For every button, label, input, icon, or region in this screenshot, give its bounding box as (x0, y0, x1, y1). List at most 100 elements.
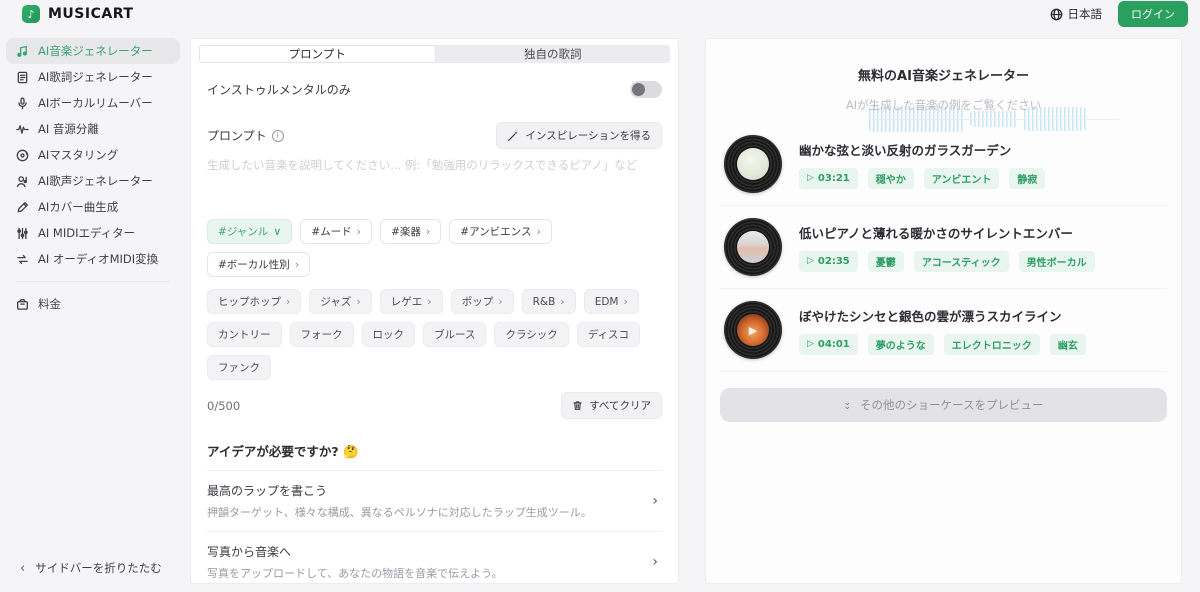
sidebar-item-ai-stem-splitter[interactable]: AI 音源分離 (6, 116, 180, 142)
preview-more-label: その他のショーケースをプレビュー (860, 397, 1043, 413)
brand-logo[interactable]: ♪ MUSICART (22, 5, 133, 23)
tab-custom-lyrics[interactable]: 独自の歌詞 (436, 45, 671, 63)
toggle-knob (632, 83, 645, 96)
tab-prompt[interactable]: プロンプト (199, 45, 436, 63)
duration-badge[interactable]: ▷03:21 (799, 168, 858, 189)
idea-item-rap-generator[interactable]: 最高のラップを書こう 押韻ターゲット、様々な構成、異なるペルソナに対応したラップ… (207, 471, 662, 532)
play-icon: ▷ (807, 339, 814, 349)
get-inspiration-button[interactable]: インスピレーションを得る (496, 122, 662, 149)
chip-label: #ジャンル (218, 224, 268, 239)
duration-badge[interactable]: ▷ 04:01 (799, 334, 858, 355)
cover-song-icon (16, 201, 29, 214)
instrumental-toggle[interactable] (630, 81, 662, 98)
sidebar-item-ai-cover-song[interactable]: AIカバー曲生成 (6, 194, 180, 220)
category-chip-genre[interactable]: #ジャンル∨ (207, 219, 292, 244)
genre-chip-funk[interactable]: ファンク (207, 355, 271, 380)
vinyl-record-art[interactable] (724, 135, 782, 193)
sidebar-item-pricing[interactable]: 料金 (6, 291, 180, 317)
genre-chip-disco[interactable]: ディスコ (577, 322, 640, 347)
char-counter: 0/500 (207, 399, 240, 413)
category-chip-vocal-gender[interactable]: #ボーカル性別 › (207, 252, 310, 277)
language-selector[interactable]: 日本語 (1050, 6, 1103, 22)
chevron-right-icon: › (560, 296, 564, 307)
sidebar-item-label: AIカバー曲生成 (38, 199, 118, 215)
genre-chip-edm[interactable]: EDM› (584, 289, 639, 314)
chip-label: #アンビエンス (460, 224, 531, 239)
sidebar-item-ai-audio-to-midi[interactable]: AI オーディオMIDI変換 (6, 246, 180, 272)
genre-chip-jazz[interactable]: ジャズ› (309, 289, 371, 314)
genre-chip-reggae[interactable]: レゲエ› (380, 289, 443, 314)
chevron-right-icon: › (427, 296, 431, 307)
genre-chip-country[interactable]: カントリー (207, 322, 282, 347)
track-tag: 穏やか (868, 168, 914, 189)
chip-label: ロック (373, 327, 405, 342)
info-icon[interactable]: i (272, 130, 284, 142)
chip-label: #ボーカル性別 (218, 257, 290, 272)
sidebar-item-ai-mastering[interactable]: AIマスタリング (6, 142, 180, 168)
chip-label: クラシック (505, 327, 557, 342)
music-note-icon (16, 45, 29, 58)
genre-chip-folk[interactable]: フォーク (290, 322, 354, 347)
genre-chip-rock[interactable]: ロック (362, 322, 416, 347)
sidebar-item-ai-voice-generator[interactable]: AI歌声ジェネレーター (6, 168, 180, 194)
vinyl-record-art[interactable] (724, 218, 782, 276)
track-row-3[interactable]: ▶ ぼやけたシンセと銀色の雲が漂うスカイライン ▷04:01 夢のような エレク… (720, 289, 1167, 372)
sidebar-item-ai-vocal-remover[interactable]: AIボーカルリムーバー (6, 90, 180, 116)
lyrics-icon (16, 71, 29, 84)
chevron-right-icon: › (623, 296, 627, 307)
chevron-right-icon: › (295, 259, 299, 270)
play-icon: ▶ (749, 324, 757, 337)
vinyl-record-art[interactable]: ▶ (724, 301, 782, 359)
preview-more-wrap: ⌄⌄ その他のショーケースをプレビュー (706, 372, 1181, 422)
clear-all-label: すべてクリア (589, 398, 651, 413)
genre-chip-classical[interactable]: クラシック (494, 322, 568, 347)
idea-title: 最高のラップを書こう (207, 482, 648, 499)
sidebar-item-label: AIマスタリング (38, 147, 118, 163)
sidebar-item-label: AIボーカルリムーバー (38, 95, 153, 111)
chip-label: フォーク (301, 327, 343, 342)
get-inspiration-label: インスピレーションを得る (525, 128, 651, 143)
genre-chip-rnb[interactable]: R&B › (522, 289, 576, 314)
chip-label: ヒップホップ (218, 294, 281, 309)
album-art (737, 148, 769, 180)
track-title: 幽かな弦と淡い反射のガラスガーデン (799, 140, 1163, 159)
showcase-title: 無料のAI音楽ジェネレーター (706, 65, 1181, 84)
sidebar-item-ai-midi-editor[interactable]: AI MIDIエディター (6, 220, 180, 246)
clear-all-button[interactable]: すべてクリア (561, 392, 662, 419)
sidebar-item-label: AI歌詞ジェネレーター (38, 69, 153, 85)
idea-item-photo-to-music[interactable]: 写真から音楽へ 写真をアップロードして、あなたの物語を音楽で伝えよう。 › (207, 532, 662, 592)
category-chip-ambience[interactable]: #アンビエンス › (449, 219, 552, 244)
track-row-2[interactable]: 低いピアノと薄れる暖かさのサイレントエンバー ▷02:35 憂鬱 アコースティッ… (720, 206, 1167, 289)
sidebar-item-ai-lyrics-generator[interactable]: AI歌詞ジェネレーター (6, 64, 180, 90)
sidebar-collapse-button[interactable]: ‹ サイドバーを折りたたむ (0, 560, 186, 592)
showcase-panel: 無料のAI音楽ジェネレーター AIが生成した音楽の例をご覧ください 幽かな弦と淡… (705, 38, 1182, 584)
chip-label: ディスコ (588, 327, 629, 342)
category-chip-mood[interactable]: #ムード› (300, 219, 372, 244)
prompt-input[interactable] (207, 157, 662, 215)
duration-label: 04:01 (818, 339, 850, 350)
category-chip-instrument[interactable]: #楽器› (380, 219, 441, 244)
album-art (737, 231, 769, 263)
chip-label: ブルース (434, 327, 475, 342)
disc-icon (16, 149, 29, 162)
showcase-subtitle: AIが生成した音楽の例をご覧ください (706, 97, 1181, 113)
track-tag: 憂鬱 (868, 251, 904, 272)
login-button[interactable]: ログイン (1118, 1, 1188, 27)
genre-chip-pop[interactable]: ポップ› (451, 289, 514, 314)
genre-chip-hiphop[interactable]: ヒップホップ› (207, 289, 301, 314)
idea-description: 押韻ターゲット、様々な構成、異なるペルソナに対応したラップ生成ツール。 (207, 504, 648, 520)
play-icon: ▷ (807, 256, 814, 266)
singer-icon (16, 175, 29, 188)
chevron-right-icon: › (536, 226, 540, 237)
genre-chip-blues[interactable]: ブルース (423, 322, 486, 347)
chip-label: R&B (533, 296, 556, 308)
sidebar: AI音楽ジェネレーター AI歌詞ジェネレーター AIボーカルリムーバー AI 音… (0, 38, 186, 592)
track-tag: アンビエント (924, 168, 1000, 189)
track-info: 低いピアノと薄れる暖かさのサイレントエンバー ▷02:35 憂鬱 アコースティッ… (799, 223, 1163, 272)
sidebar-item-ai-music-generator[interactable]: AI音楽ジェネレーター (6, 38, 180, 64)
track-title: 低いピアノと薄れる暖かさのサイレントエンバー (799, 223, 1163, 242)
duration-badge[interactable]: ▷02:35 (799, 251, 858, 272)
music-note-logo-icon: ♪ (22, 5, 40, 23)
preview-more-button[interactable]: ⌄⌄ その他のショーケースをプレビュー (720, 388, 1167, 422)
chip-label: ファンク (218, 360, 260, 375)
